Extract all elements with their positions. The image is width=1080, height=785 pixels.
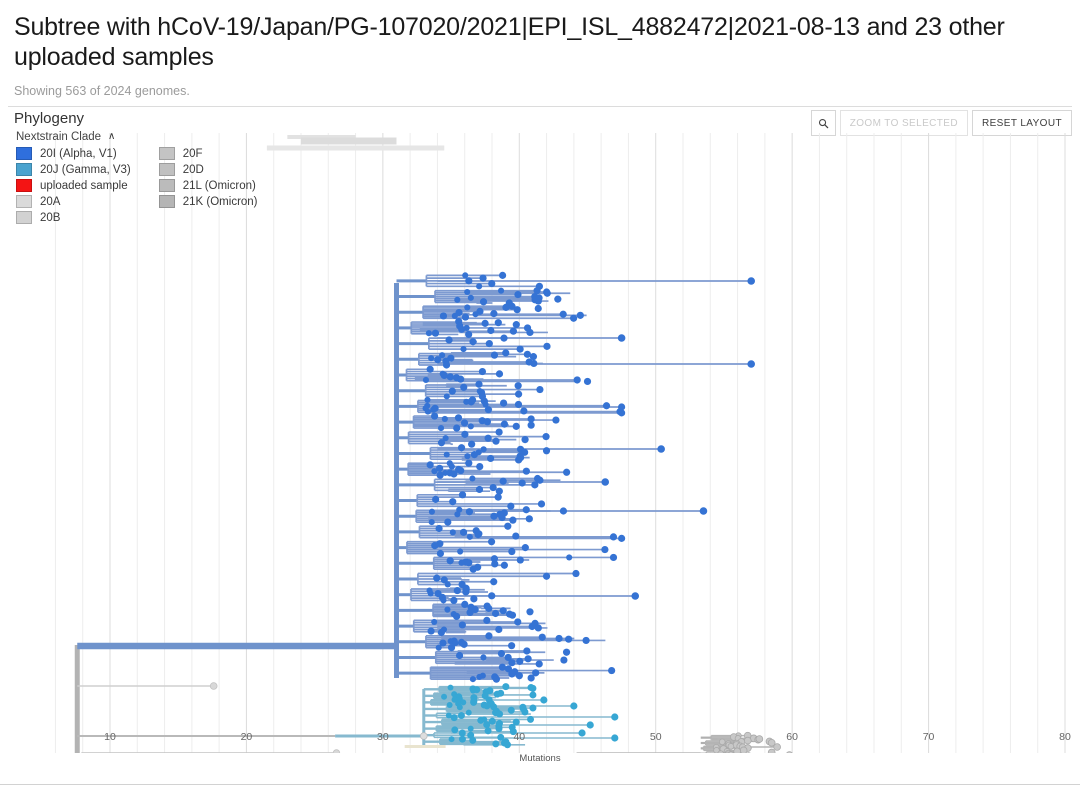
- x-axis-tick-label: 80: [1059, 731, 1071, 743]
- legend-swatch: [16, 179, 32, 192]
- x-axis-tick-label: 50: [649, 731, 662, 743]
- legend-swatch: [16, 211, 32, 224]
- legend-item-20a[interactable]: 20A: [16, 195, 131, 208]
- legend-item-label: 21K (Omicron): [182, 195, 258, 208]
- legend-item-label: 20B: [40, 211, 61, 224]
- legend-item-21l-omicron[interactable]: 21L (Omicron): [158, 179, 258, 192]
- phylogeny-toolbar-row: Phylogeny ZOOM TO SELECTED RESET LAYOUT: [8, 107, 1072, 136]
- page-header: Subtree with hCoV-19/Japan/PG-107020/202…: [0, 0, 1080, 98]
- legend-item-label: 20F: [182, 147, 203, 160]
- legend-item-20b[interactable]: 20B: [16, 211, 131, 224]
- legend-swatch: [16, 147, 32, 160]
- legend-title-label: Nextstrain Clade: [16, 131, 102, 143]
- legend-item-20d[interactable]: 20D: [158, 163, 258, 176]
- x-axis-tick-label: 40: [513, 731, 526, 743]
- legend-item-label: 21L (Omicron): [182, 179, 256, 192]
- clade-legend: Nextstrain Clade ∧ 20I (Alpha, V1) 20J (…: [16, 131, 258, 224]
- legend-item-label: 20I (Alpha, V1): [40, 147, 117, 160]
- tree-branches: [74, 135, 778, 753]
- phylogeny-card: Phylogeny ZOOM TO SELECTED RESET LAYOUT …: [8, 106, 1072, 779]
- x-axis-tick-label: 10: [104, 731, 116, 743]
- legend-column-2: 20F 20D 21L (Omicron) 21K (Omicron): [158, 147, 258, 224]
- legend-swatch: [158, 147, 175, 160]
- legend-item-20i-alpha[interactable]: 20I (Alpha, V1): [16, 147, 131, 160]
- legend-swatch: [158, 195, 175, 208]
- legend-swatch: [158, 179, 175, 192]
- tree-tips: [209, 271, 793, 753]
- legend-swatch: [16, 163, 32, 176]
- x-axis-tick-label: 30: [377, 731, 389, 743]
- legend-title[interactable]: Nextstrain Clade ∧: [16, 130, 258, 144]
- page-title: Subtree with hCoV-19/Japan/PG-107020/202…: [14, 13, 1005, 71]
- search-icon: [818, 118, 828, 128]
- phylogeny-plot[interactable]: [8, 133, 1072, 753]
- panel-title: Phylogeny: [14, 110, 85, 127]
- legend-item-uploaded-sample[interactable]: uploaded sample: [16, 179, 131, 192]
- legend-item-label: 20A: [40, 195, 61, 208]
- legend-column-1: 20I (Alpha, V1) 20J (Gamma, V3) uploaded…: [16, 147, 131, 224]
- chevron-up-icon: ∧: [108, 130, 116, 142]
- legend-columns: 20I (Alpha, V1) 20J (Gamma, V3) uploaded…: [16, 147, 258, 224]
- legend-item-21k-omicron[interactable]: 21K (Omicron): [158, 195, 258, 208]
- x-axis-title: Mutations: [519, 753, 561, 764]
- x-axis: 10 20 30 40 50 60 70 80 Mutations: [8, 731, 1072, 775]
- x-axis-tick-label: 70: [922, 731, 935, 743]
- gridlines: [54, 133, 1066, 753]
- legend-item-label: uploaded sample: [40, 179, 128, 192]
- genome-count-subtitle: Showing 563 of 2024 genomes.: [14, 84, 190, 98]
- legend-swatch: [16, 195, 32, 208]
- x-axis-tick-label: 60: [786, 731, 798, 743]
- x-axis-tick-label: 20: [240, 731, 253, 743]
- legend-item-label: 20D: [182, 163, 204, 176]
- legend-item-20f[interactable]: 20F: [158, 147, 258, 160]
- legend-swatch: [158, 163, 175, 176]
- legend-item-label: 20J (Gamma, V3): [40, 163, 131, 176]
- phylogenetic-tree[interactable]: [8, 133, 1072, 753]
- legend-item-20j-gamma[interactable]: 20J (Gamma, V3): [16, 163, 131, 176]
